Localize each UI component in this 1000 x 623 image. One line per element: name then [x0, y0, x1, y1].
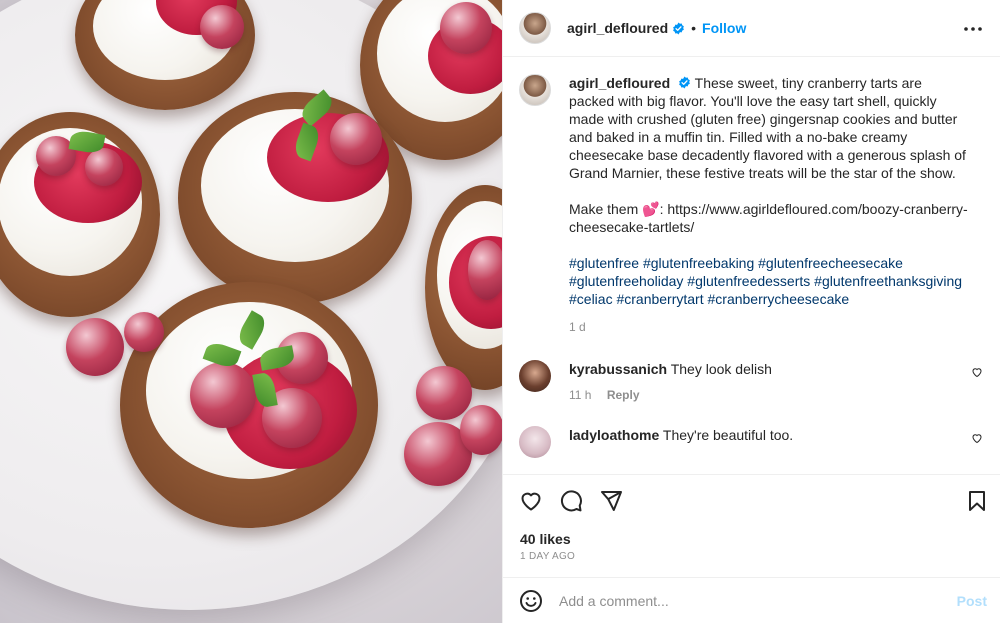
commenter-avatar[interactable] [519, 426, 551, 458]
cranberry [440, 2, 492, 54]
comment-like-icon[interactable] [971, 432, 983, 444]
comment-text: They're beautiful too. [662, 427, 794, 443]
post-timestamp: 1 DAY AGO [520, 551, 576, 562]
likes-count[interactable]: 40 likes [520, 531, 571, 547]
caption-avatar[interactable] [519, 74, 551, 106]
caption: agirl_defloured These sweet, tiny cranbe… [519, 74, 985, 336]
author-avatar[interactable] [519, 12, 551, 44]
heart-icon[interactable] [519, 489, 543, 513]
send-icon[interactable] [599, 489, 623, 513]
separator-dot: • [691, 20, 697, 36]
cranberry [124, 312, 164, 352]
comment-input[interactable] [559, 592, 929, 609]
caption-text: These sweet, tiny cranberry tarts are pa… [569, 75, 968, 235]
follow-button[interactable]: Follow [702, 20, 746, 36]
comment-username[interactable]: ladyloathome [569, 427, 659, 443]
cranberry [460, 405, 502, 455]
cranberry [190, 362, 256, 428]
cranberry [416, 366, 472, 420]
comment-age: 11 h [569, 388, 592, 402]
caption-hashtags[interactable]: #glutenfree #glutenfreebaking #glutenfre… [569, 254, 969, 308]
comment: ladyloathome They're beautiful too. [519, 426, 985, 458]
caption-age: 1 d [569, 320, 586, 334]
comment-username[interactable]: kyrabussanich [569, 361, 667, 377]
post-comment-button[interactable]: Post [957, 593, 987, 609]
post-header: agirl_defloured • Follow [503, 0, 1000, 57]
verified-badge-icon [679, 76, 690, 89]
reply-button[interactable]: Reply [607, 388, 640, 402]
cranberry [330, 113, 382, 165]
comments-section[interactable]: agirl_defloured These sweet, tiny cranbe… [503, 58, 1000, 474]
emoji-icon[interactable] [519, 589, 543, 613]
cranberry [468, 240, 502, 300]
more-options-icon[interactable] [961, 17, 985, 41]
post-details-panel: agirl_defloured • Follow agirl_defloured… [502, 0, 1000, 623]
verified-badge-icon [673, 22, 685, 34]
commenter-avatar[interactable] [519, 360, 551, 392]
caption-username[interactable]: agirl_defloured [569, 75, 670, 91]
cranberry [66, 318, 124, 376]
author-username[interactable]: agirl_defloured [567, 20, 668, 36]
add-comment-bar: Post [503, 577, 1000, 623]
comment-text: They look delish [670, 361, 772, 377]
post-photo[interactable] [0, 0, 502, 623]
cranberry [200, 5, 244, 49]
comment-like-icon[interactable] [971, 366, 983, 378]
action-bar: 40 likes 1 DAY AGO [503, 474, 1000, 576]
comment-icon[interactable] [559, 489, 583, 513]
bookmark-icon[interactable] [965, 489, 989, 513]
comment: kyrabussanich They look delish 11 h Repl… [519, 360, 985, 404]
cranberry [85, 148, 123, 186]
